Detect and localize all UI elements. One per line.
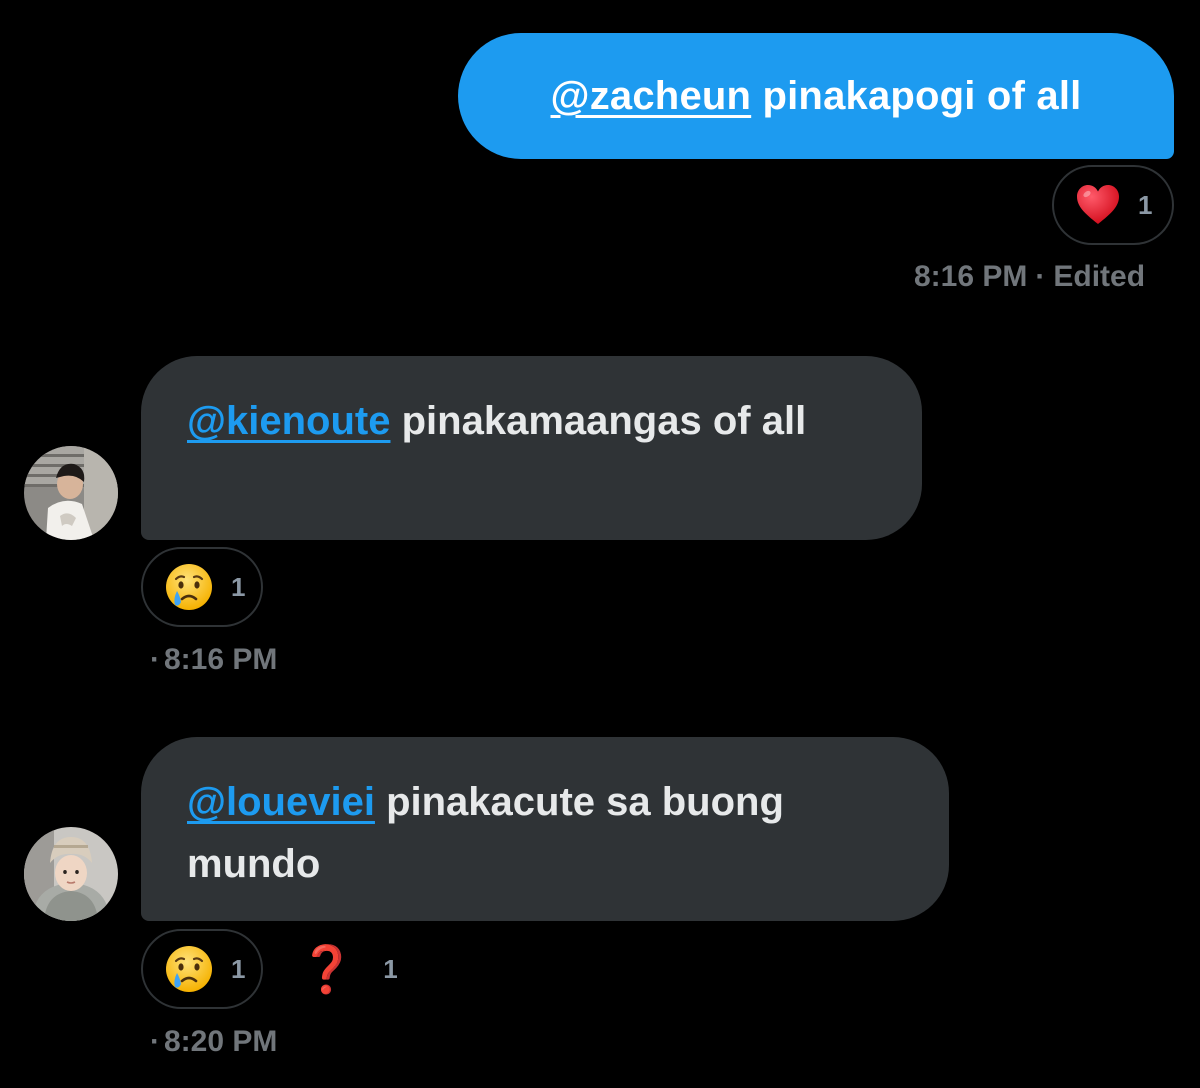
mention-link[interactable]: @loueviei <box>187 780 375 824</box>
received-message-bubble[interactable]: @loueviei pinakacute sa buong mundo <box>141 737 949 921</box>
mention-link[interactable]: @kienoute <box>187 399 390 443</box>
reaction-count: 1 <box>1138 189 1153 220</box>
message-meta: · 8:16 PM <box>150 643 277 677</box>
reaction-count: 1 <box>383 953 398 984</box>
message-meta: · 8:20 PM <box>150 1025 277 1059</box>
timestamp: 8:16 PM <box>914 260 1028 293</box>
avatar[interactable] <box>24 827 118 921</box>
avatar-photo <box>24 827 118 921</box>
avatar-photo <box>24 446 118 540</box>
sent-message-bubble[interactable]: @zacheun pinakapogi of all <box>458 33 1174 159</box>
avatar[interactable] <box>24 446 118 540</box>
crying-face-emoji-icon <box>166 946 212 992</box>
reaction-count: 1 <box>231 953 246 984</box>
reaction-crying-face[interactable]: 1 <box>141 547 263 627</box>
reaction-crying-face[interactable]: 1 <box>141 929 263 1009</box>
reaction-heart[interactable]: 1 <box>1052 165 1174 245</box>
separator-dot: · <box>150 1025 160 1058</box>
crying-face-emoji-icon <box>166 564 212 610</box>
received-message-bubble[interactable]: @kienoute pinakamaangas of all <box>141 356 922 540</box>
edited-label: Edited <box>1053 260 1146 293</box>
dm-conversation: @zacheun pinakapogi of all 1 8:16 PM · Edi… <box>0 0 1200 1088</box>
question-mark-emoji-icon: ❓ <box>298 942 356 996</box>
separator-dot: · <box>150 643 160 676</box>
message-text: pinakapogi of all <box>751 73 1082 118</box>
heart-emoji-icon <box>1077 185 1119 224</box>
reaction-question-mark[interactable]: ❓ 1 <box>298 929 398 1009</box>
message-text: pinakamaangas of all <box>390 399 807 443</box>
mention-link[interactable]: @zacheun <box>551 74 752 119</box>
timestamp: 8:16 PM <box>164 643 278 676</box>
timestamp: 8:20 PM <box>164 1025 278 1058</box>
separator-dot: · <box>1035 260 1046 293</box>
reaction-count: 1 <box>231 571 246 602</box>
message-meta: 8:16 PM · Edited <box>914 260 1145 294</box>
